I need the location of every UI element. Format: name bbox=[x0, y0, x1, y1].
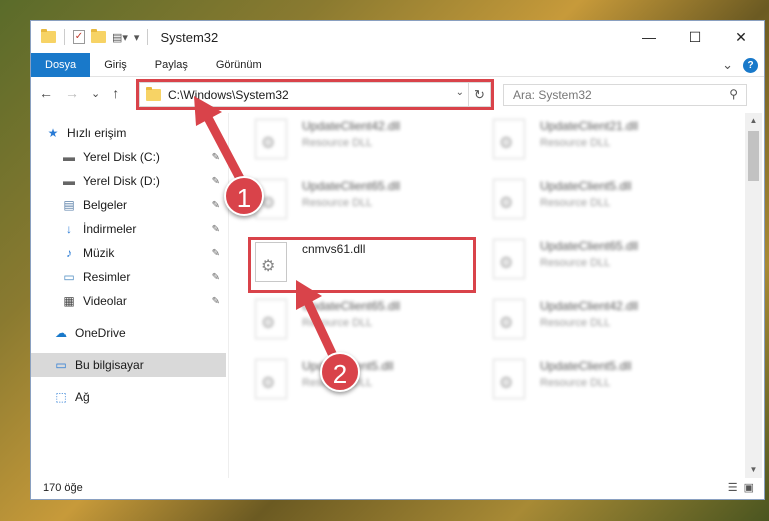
arrow-1-shaft bbox=[201, 109, 249, 191]
annotation-arrows bbox=[194, 96, 341, 367]
arrow-2-shaft bbox=[301, 293, 341, 367]
step-1-badge: 1 bbox=[224, 176, 264, 216]
step-2-badge: 2 bbox=[320, 352, 360, 392]
